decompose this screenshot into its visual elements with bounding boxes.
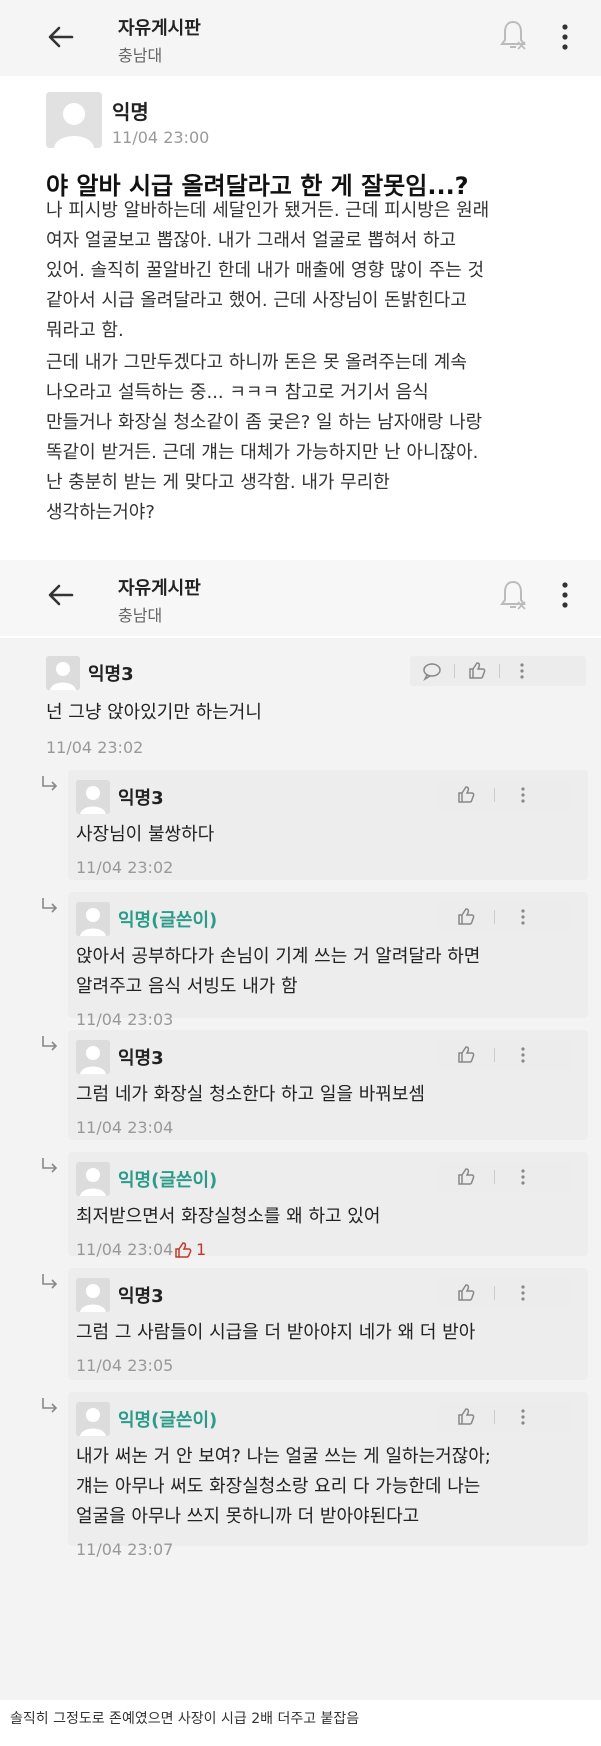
comment-more-icon[interactable]: [495, 780, 551, 810]
board-school: 충남대: [118, 606, 163, 625]
comment-more-icon[interactable]: [495, 1162, 551, 1192]
reply-card: 익명3 그럼 그 사람들이 시급을 더 받아야지 네가 왜 더 받아 11/04 2…: [68, 1268, 588, 1380]
reply-avatar: [76, 1040, 110, 1074]
reply-arrow-icon: [42, 1398, 58, 1413]
default-profile-icon: [76, 1162, 110, 1196]
post-author-name: 익명: [112, 100, 149, 124]
like-count-icon: [175, 1242, 192, 1258]
reply-actions: [438, 780, 572, 810]
reply-timestamp: 11/04 23:05: [76, 1356, 174, 1375]
reply-text: 그럼 네가 화장실 청소한다 하고 일을 바꿔보셈: [76, 1084, 425, 1105]
reply-timestamp: 11/04 23:02: [76, 858, 174, 877]
comment-more-icon[interactable]: [495, 1402, 551, 1432]
reply-text: 내가 써논 거 안 보여? 나는 얼굴 쓰는 게 일하는거잖아; 걔는 아무나 …: [76, 1446, 491, 1527]
post-timestamp: 11/04 23:00: [112, 128, 210, 147]
thumbs-up-icon[interactable]: [438, 902, 494, 932]
reply-author: 익명(글쓴이): [118, 1170, 218, 1191]
reply-actions: [438, 902, 572, 932]
thumbs-up-icon[interactable]: [438, 1162, 494, 1192]
reply-actions: [438, 1278, 572, 1308]
post-body-paragraph-2: 근데 내가 그만두겠다고 하니까 돈은 못 올려주는데 계속 나오라고 설득하는…: [46, 352, 483, 523]
reply-actions: [438, 1162, 572, 1192]
reply-text: 최저받으면서 화장실청소를 왜 하고 있어: [76, 1206, 381, 1227]
comment-more-icon[interactable]: [495, 902, 551, 932]
back-arrow-icon[interactable]: [46, 580, 76, 610]
comment-more-icon[interactable]: [500, 656, 544, 686]
reply-arrow-icon: [42, 898, 58, 913]
reply-author: 익명3: [118, 1048, 164, 1069]
reply-bubble-icon[interactable]: [410, 656, 454, 686]
comment-timestamp: 11/04 23:02: [46, 738, 144, 757]
default-profile-icon: [76, 902, 110, 936]
thumbs-up-icon[interactable]: [455, 656, 499, 686]
more-menu-icon[interactable]: [560, 22, 570, 52]
reply-text: 앉아서 공부하다가 손님이 기계 쓰는 거 알려달라 하면 알려주고 음식 서빙…: [76, 946, 481, 997]
reply-avatar: [76, 1402, 110, 1436]
reply-avatar: [76, 902, 110, 936]
thumbs-up-icon[interactable]: [438, 1040, 494, 1070]
reply-arrow-icon: [42, 776, 58, 791]
comments-section: 익명3 넌 그냥 앉아있기만 하는거니 11/04 23:02 익명3 사장님이 …: [0, 638, 601, 1700]
default-profile-icon: [76, 780, 110, 814]
reply-avatar: [76, 1278, 110, 1312]
reply-text: 그럼 그 사람들이 시급을 더 받아야지 네가 왜 더 받아: [76, 1322, 476, 1343]
like-count: 1: [196, 1240, 207, 1259]
reply-arrow-icon: [42, 1036, 58, 1051]
post-author-avatar: [46, 92, 102, 148]
reply-timestamp: 11/04 23:03: [76, 1010, 174, 1029]
reply-timestamp: 11/04 23:07: [76, 1540, 174, 1559]
more-menu-icon[interactable]: [560, 580, 570, 610]
comment-author: 익명3: [88, 664, 134, 685]
reply-avatar: [76, 780, 110, 814]
back-arrow-icon[interactable]: [46, 22, 76, 52]
reply-author: 익명3: [118, 1286, 164, 1307]
comment-more-icon[interactable]: [495, 1040, 551, 1070]
reply-card: 익명(글쓴이) 앉아서 공부하다가 손님이 기계 쓰는 거 알려달라 하면 알려주…: [68, 892, 588, 1029]
comment-text: 넌 그냥 앉아있기만 하는거니: [46, 702, 262, 723]
board-title: 자유게시판: [118, 578, 201, 599]
image-caption: 솔직히 그정도로 존예였으면 사장이 시급 2배 더주고 붙잡음: [10, 1711, 360, 1727]
reply-arrow-icon: [42, 1274, 58, 1289]
default-profile-icon: [76, 1040, 110, 1074]
post-body-paragraph-1: 나 피시방 알바하는데 세달인가 됐거든. 근데 피시방은 원래 여자 얼굴보고…: [46, 200, 490, 341]
reply-card: 익명3 그럼 네가 화장실 청소한다 하고 일을 바꿔보셈 11/04 23:04: [68, 1030, 588, 1140]
board-title: 자유게시판: [118, 18, 201, 39]
comment-actions: [410, 656, 586, 686]
comment-more-icon[interactable]: [495, 1278, 551, 1308]
bell-off-icon[interactable]: [498, 18, 528, 52]
reply-author: 익명3: [118, 788, 164, 809]
thumbs-up-icon[interactable]: [438, 1402, 494, 1432]
thumbs-up-icon[interactable]: [438, 1278, 494, 1308]
reply-timestamp: 11/04 23:04: [76, 1118, 174, 1137]
reply-actions: [438, 1402, 572, 1432]
default-profile-icon: [46, 92, 102, 148]
default-profile-icon: [76, 1278, 110, 1312]
thumbs-up-icon[interactable]: [438, 780, 494, 810]
reply-card: 익명(글쓴이) 내가 써논 거 안 보여? 나는 얼굴 쓰는 게 일하는거잖아; …: [68, 1392, 588, 1559]
reply-arrow-icon: [42, 1158, 58, 1173]
reply-actions: [438, 1040, 572, 1070]
reply-card: 익명(글쓴이) 최저받으면서 화장실청소를 왜 하고 있어 11/04 23:04 1: [68, 1152, 588, 1259]
reply-text: 사장님이 불쌍하다: [76, 824, 215, 845]
app-bar: 자유게시판 충남대: [0, 0, 601, 76]
app-bar-second: 자유게시판 충남대: [0, 560, 601, 636]
board-school: 충남대: [118, 46, 163, 65]
reply-timestamp: 11/04 23:04: [76, 1240, 174, 1259]
bell-off-icon[interactable]: [498, 578, 528, 612]
comment-avatar: [46, 656, 80, 690]
default-profile-icon: [46, 656, 80, 690]
reply-author: 익명(글쓴이): [118, 1410, 218, 1431]
reply-avatar: [76, 1162, 110, 1196]
default-profile-icon: [76, 1402, 110, 1436]
reply-author: 익명(글쓴이): [118, 910, 218, 931]
reply-card: 익명3 사장님이 불쌍하다 11/04 23:02: [68, 770, 588, 880]
